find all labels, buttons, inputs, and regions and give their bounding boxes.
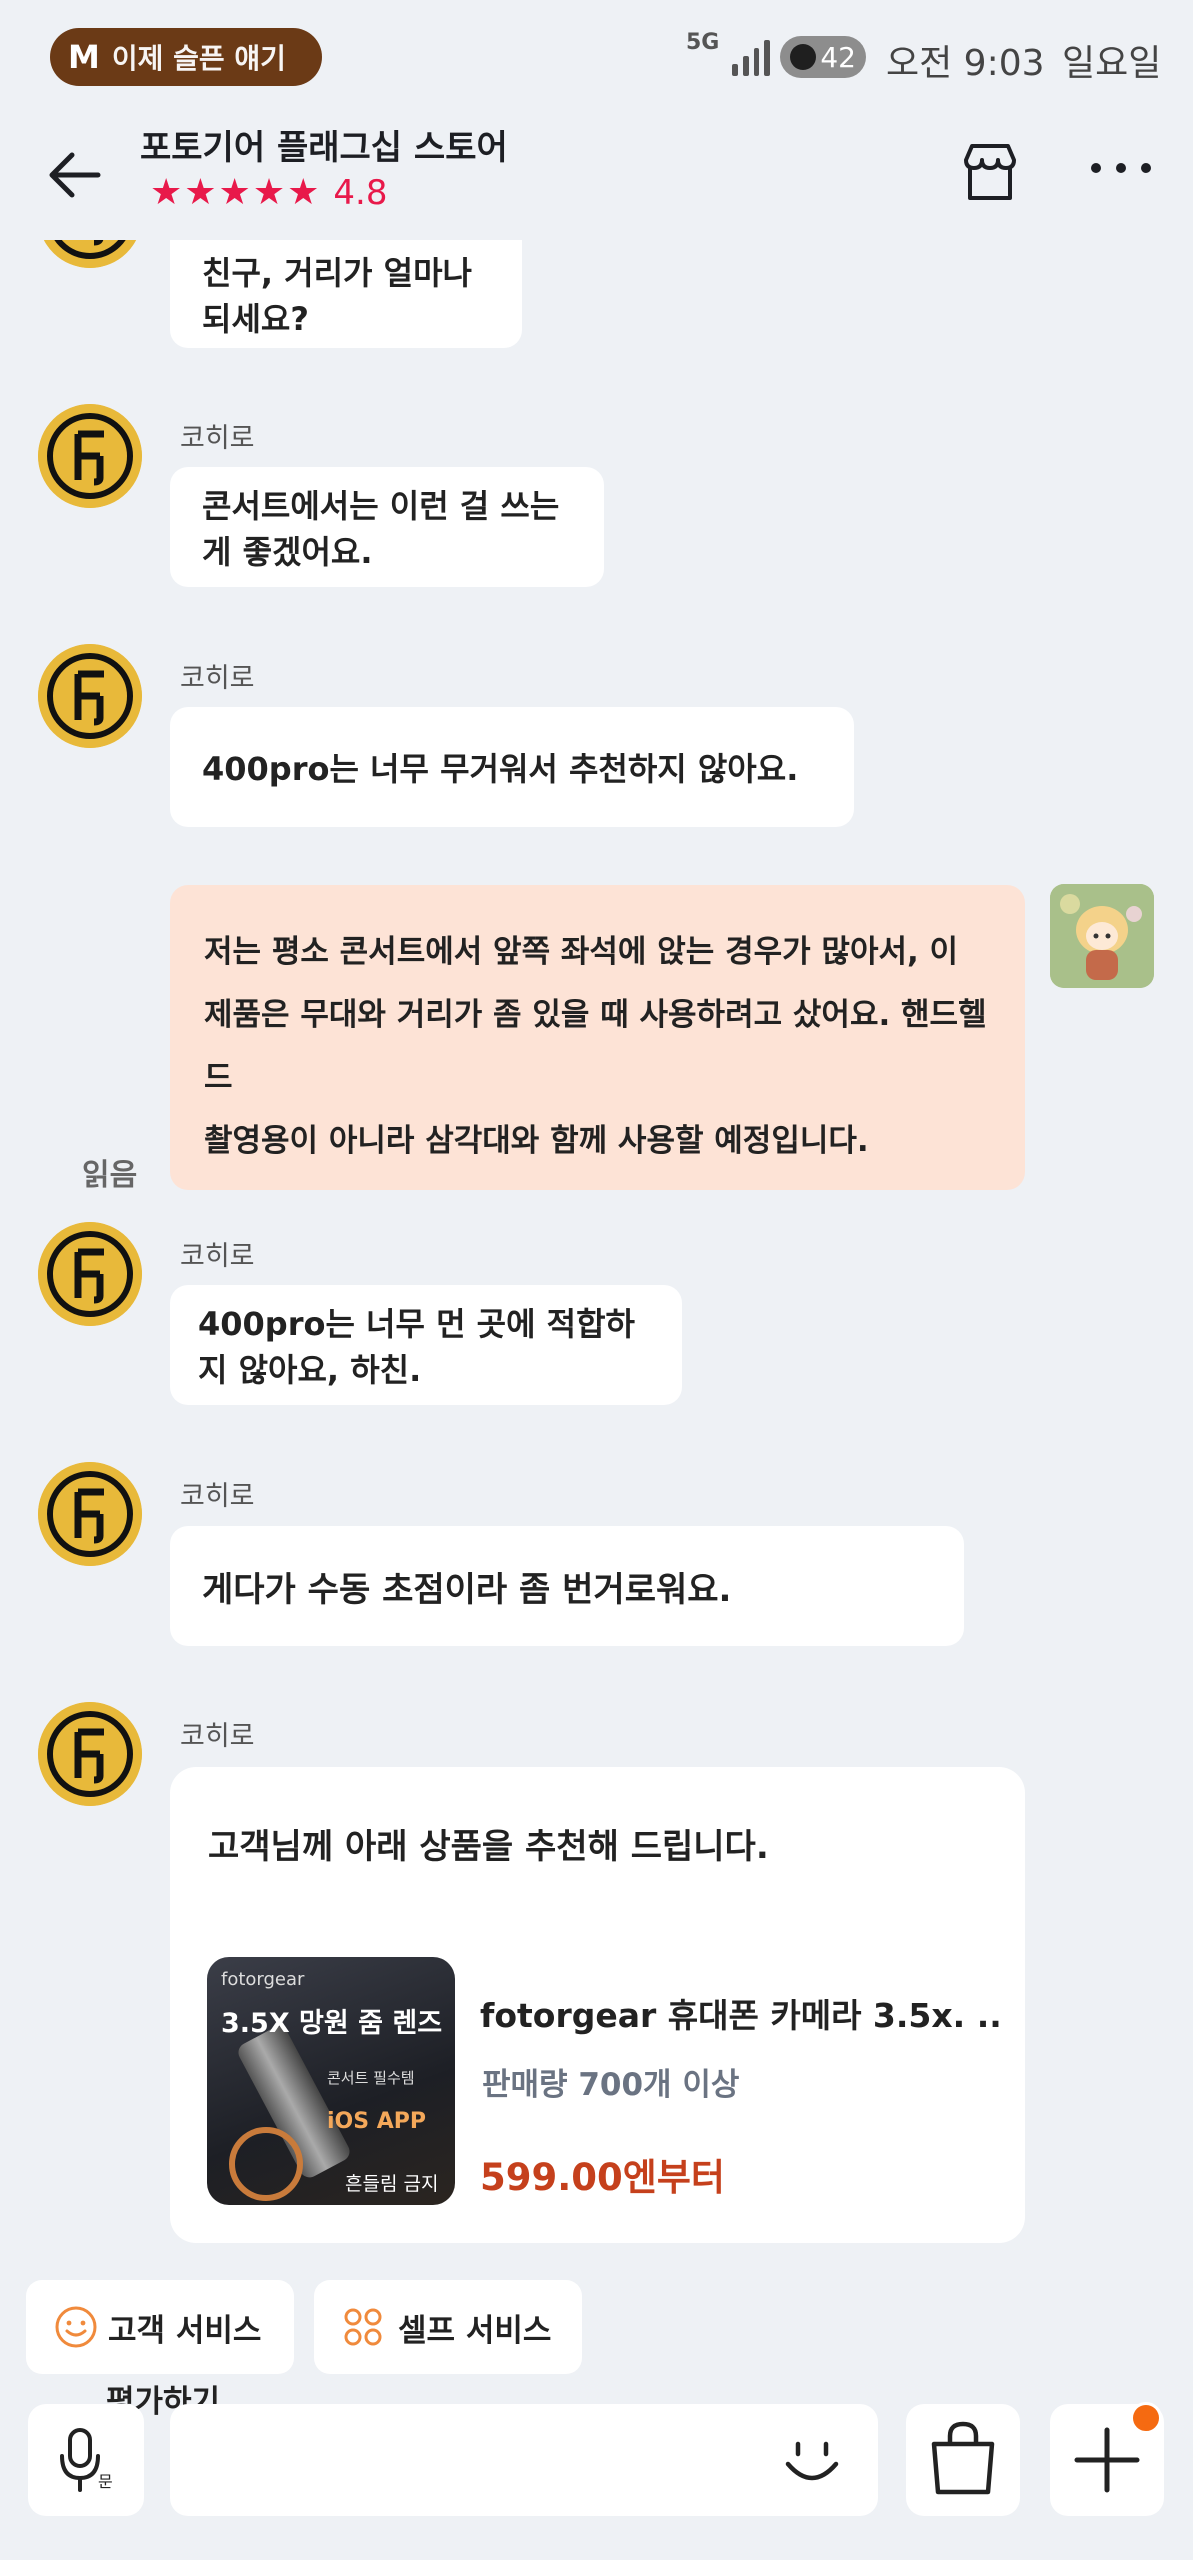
seller-avatar[interactable]: [38, 404, 142, 508]
sender-name: 코히로: [180, 423, 255, 454]
smiley-icon: [55, 2306, 97, 2348]
message-bubble[interactable]: 400pro는 너무 무거워서 추천하지 않아요.: [170, 707, 854, 827]
now-playing-pill[interactable]: M 이제 슬픈 얘기: [50, 28, 322, 86]
fotorgear-logo-icon: [38, 644, 142, 748]
thumb-ios-label: iOS APP: [327, 2109, 427, 2134]
seller-avatar[interactable]: [38, 1702, 142, 1806]
fotorgear-logo-icon: [38, 404, 142, 508]
my-message-bubble[interactable]: 저는 평소 콘서트에서 앞쪽 좌석에 앉는 경우가 많아서, 이 제품은 무대와…: [170, 885, 1025, 1190]
fotorgear-logo-icon: [43, 240, 137, 268]
more-dots-icon: [1091, 163, 1151, 173]
self-service-grid-icon: [344, 2308, 382, 2346]
fotorgear-logo-icon: [38, 1702, 142, 1806]
battery-level: 42: [820, 40, 856, 74]
rating-stars-icon: ★★★★★: [150, 172, 322, 213]
message-bubble[interactable]: 400pro는 너무 먼 곳에 적합하지 않아요, 하친.: [170, 1285, 682, 1405]
voice-input-button[interactable]: 문: [28, 2404, 144, 2516]
battery-indicator: 42: [780, 36, 866, 78]
sender-name: 코히로: [180, 1721, 255, 1752]
network-type-label: 5G: [686, 30, 720, 55]
thumb-headline: 3.5X 망원 줌 렌즈: [221, 2008, 443, 2039]
product-price: 599.00엔부터: [480, 2156, 725, 2199]
fotorgear-logo-icon: [38, 1462, 142, 1566]
back-button[interactable]: [40, 140, 110, 210]
product-sales: 판매량 700개 이상: [482, 2067, 740, 2103]
product-name[interactable]: fotorgear 휴대폰 카메라 3.5x. ..: [480, 1989, 1002, 2037]
sender-name: 코히로: [180, 1481, 255, 1512]
microphone-icon: [60, 2428, 100, 2492]
store-name[interactable]: 포토기어 플래그십 스토어: [140, 120, 508, 169]
sender-name: 코히로: [180, 663, 255, 694]
my-avatar[interactable]: [1050, 884, 1154, 988]
seller-avatar[interactable]: [38, 644, 142, 748]
shopping-bag-button[interactable]: [906, 2404, 1020, 2516]
self-service-button[interactable]: 셀프 서비스: [314, 2280, 582, 2374]
music-app-icon: M: [68, 38, 100, 76]
chat-header: 포토기어 플래그십 스토어 ★★★★★ 4.8: [0, 100, 1193, 240]
store-button[interactable]: [956, 138, 1024, 206]
rating-score: 4.8: [333, 172, 388, 213]
storefront-icon: [964, 144, 1016, 200]
message-text: 400pro는 너무 먼 곳에 적합하지 않아요, 하친.: [198, 1305, 635, 1389]
mic-label: 문: [98, 2472, 113, 2491]
more-options-button[interactable]: [1086, 148, 1156, 188]
recommendation-text: 고객님께 아래 상품을 추천해 드립니다.: [208, 1827, 769, 1867]
sender-name: 코히로: [180, 1241, 255, 1272]
chat-messages[interactable]: 친구, 거리가 얼마나 되세요? 코히로 콘서트에서는 이런 걸 쓰는 게 좋겠…: [0, 240, 1193, 2260]
magsafe-ring-image: [229, 2127, 303, 2201]
anime-character-avatar-icon: [1050, 884, 1154, 988]
seller-avatar[interactable]: [38, 240, 142, 268]
product-thumbnail[interactable]: fotorgear 3.5X 망원 줌 렌즈 콘서트 필수템 iOS APP 흔…: [207, 1957, 455, 2205]
thumb-warning: 흔들림 금지: [345, 2173, 439, 2195]
message-text: 콘서트에서는 이런 걸 쓰는 게 좋겠어요.: [202, 487, 560, 571]
seller-avatar[interactable]: [38, 1222, 142, 1326]
battery-saver-icon: [790, 44, 816, 70]
customer-service-label: 고객 서비스: [108, 2312, 262, 2349]
message-bubble[interactable]: 콘서트에서는 이런 걸 쓰는 게 좋겠어요.: [170, 467, 604, 587]
now-playing-title: 이제 슬픈 얘기: [111, 42, 286, 75]
message-line: 제품은 무대와 거리가 좀 있을 때 사용하려고 샀어요. 핸드헬드: [204, 997, 987, 1096]
emoji-smile-icon: [785, 2441, 839, 2481]
status-day: 일요일: [1062, 43, 1162, 84]
message-bubble[interactable]: 친구, 거리가 얼마나 되세요?: [170, 240, 522, 348]
store-rating: ★★★★★ 4.8: [150, 172, 387, 213]
message-text: 400pro는 너무 무거워서 추천하지 않아요.: [202, 750, 799, 788]
fotorgear-logo-icon: [38, 1222, 142, 1326]
signal-icon: [732, 36, 770, 76]
message-line: 저는 평소 콘서트에서 앞쪽 좌석에 앉는 경우가 많아서, 이: [204, 934, 959, 970]
product-recommendation-card[interactable]: 고객님께 아래 상품을 추천해 드립니다. fotorgear 3.5X 망원 …: [170, 1767, 1025, 2243]
back-arrow-icon: [49, 152, 101, 198]
message-text: 게다가 수동 초점이라 좀 번거로워요.: [202, 1569, 732, 1610]
status-time: 오전 9:03: [886, 43, 1045, 84]
notification-dot: [1130, 2402, 1162, 2434]
message-bubble[interactable]: 게다가 수동 초점이라 좀 번거로워요.: [170, 1526, 964, 1646]
seller-avatar[interactable]: [38, 1462, 142, 1566]
thumb-brand: fotorgear: [221, 1969, 305, 1990]
self-service-label: 셀프 서비스: [398, 2312, 552, 2349]
read-receipt: 읽음: [82, 1158, 138, 1193]
thumb-tag: 콘서트 필수템: [327, 2069, 415, 2087]
customer-service-button[interactable]: 고객 서비스: [26, 2280, 294, 2374]
message-line: 촬영용이 아니라 삼각대와 함께 사용할 예정입니다.: [204, 1123, 869, 1159]
shopping-bag-icon: [931, 2421, 995, 2495]
emoji-button[interactable]: [772, 2420, 852, 2500]
message-text: 친구, 거리가 얼마나 되세요?: [202, 254, 472, 338]
